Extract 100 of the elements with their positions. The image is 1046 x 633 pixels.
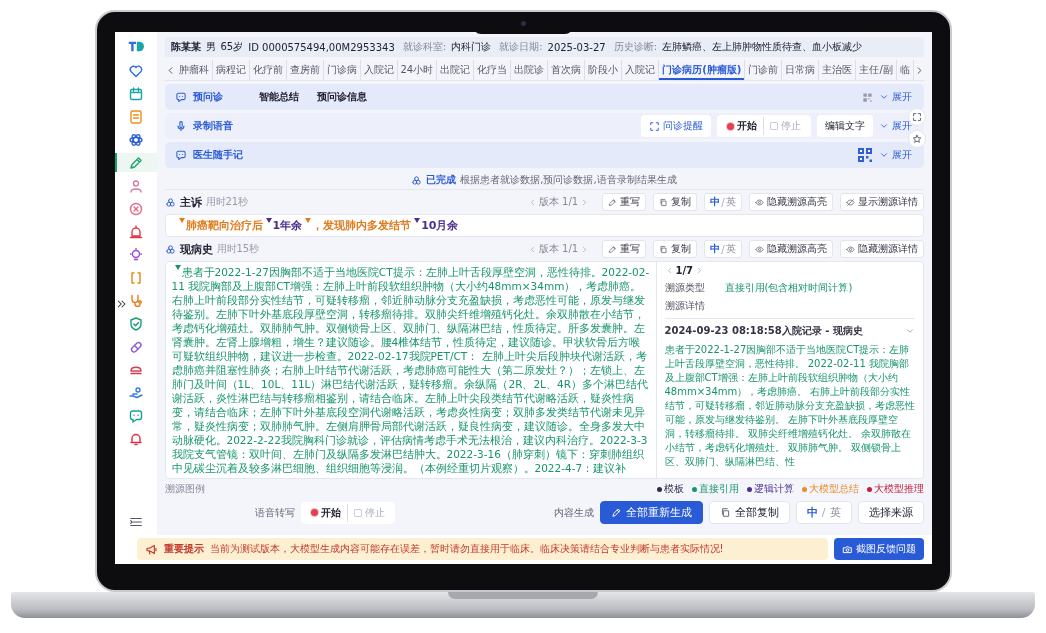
record-tab[interactable]: 入院记: [360, 60, 398, 80]
feedback-button[interactable]: 截图反馈问题: [833, 538, 924, 560]
source-text: 患者于2022-1-27因胸部不适于当地医院CT提示：左肺上叶舌段厚壁空洞，恶性待排。 2022-02-11 我院胸部及上腹部CT增强：左肺上叶前段软组织肿物（大小约48mm×34mm），考虑肺癌。 右肺上叶前段部分实性结节，可疑转移瘤，邻近肺动脉分支充盈缺损，考虑恶性可能，原发与继发待鉴别。 左肺下叶外基底段厚壁空洞，转移瘤待排。 双肺尖纤维增殖钙化灶。 余双肺散在小结节，考虑钙化增殖灶。 双肺肺气肿。 双侧锁骨上区、双肺门、纵隔淋巴结、性: [664, 343, 915, 469]
language-toggle[interactable]: 中/英: [704, 240, 742, 258]
section-tab[interactable]: 预问诊信息: [310, 90, 373, 104]
hand-icon: [127, 384, 144, 401]
menu-icon[interactable]: [128, 515, 143, 529]
legend-label: 逻辑计算: [753, 482, 794, 496]
language-toggle[interactable]: 中/英: [704, 193, 742, 211]
elapsed-time: 用时21秒: [205, 195, 249, 209]
record-tab[interactable]: 肿瘤科: [175, 60, 213, 80]
badge-icon: [127, 200, 144, 217]
record-tab[interactable]: 门诊病历(肿瘤版): [659, 60, 746, 80]
notice-title: 重要提示: [163, 542, 204, 556]
record-tab[interactable]: 主任/副: [856, 60, 897, 80]
section-tab[interactable]: 智能总结: [252, 90, 305, 104]
record-tab[interactable]: 出院记: [437, 60, 475, 80]
copy-all-button[interactable]: 全部复制: [708, 501, 790, 524]
marker-icon: [265, 218, 272, 223]
chat-icon: [174, 149, 187, 161]
remind-button[interactable]: 问诊提醒: [640, 115, 711, 137]
field-value: 左肺鳞癌、左上肺肿物性质待查、血小板减少: [662, 40, 862, 54]
status-icon: [411, 174, 423, 186]
field-value: 2025-03-27: [547, 41, 606, 53]
complaint-text: 10月余: [421, 218, 459, 233]
record-tab[interactable]: 病程记: [212, 60, 250, 80]
record-tab[interactable]: 24小时: [397, 60, 438, 80]
page-counter: 1/7: [675, 265, 694, 276]
record-tab[interactable]: 日常病: [782, 60, 820, 80]
source-label: 溯源类型: [664, 281, 705, 295]
shield-icon: [127, 315, 144, 332]
field-value: 内科门诊: [451, 40, 492, 54]
edit-icon: [608, 197, 618, 207]
record-tab[interactable]: 查房前: [286, 60, 324, 80]
legend-label: 模板: [663, 482, 684, 496]
record-tab[interactable]: 阶段小: [585, 60, 623, 80]
alarm-icon: [127, 223, 144, 240]
edit-text-button[interactable]: 编辑文字: [816, 115, 873, 137]
record-tab[interactable]: 首次病: [548, 60, 586, 80]
toolbar-button[interactable]: 隐藏溯源高亮: [748, 193, 833, 211]
expand-button[interactable]: 展开: [878, 90, 912, 104]
section-title: 医生随手记: [192, 148, 243, 162]
expand-button[interactable]: 展开: [878, 119, 912, 133]
eye-off-icon: [845, 197, 855, 207]
field-label: 历史诊断:: [613, 40, 657, 54]
record-title: 2024-09-23 08:18:58入院记录 - 现病史: [664, 324, 863, 338]
select-source-button[interactable]: 选择来源: [857, 501, 924, 524]
record-tab[interactable]: 门诊前: [745, 60, 783, 80]
record-tab[interactable]: 门诊病: [323, 60, 361, 80]
source-value: 直接引用(包含相对时间计算): [724, 281, 853, 295]
status-label: 已完成: [426, 173, 457, 187]
record-tab[interactable]: 化疗前: [249, 60, 287, 80]
status-text: 根据患者就诊数据,预问诊数据,语音录制结果生成: [460, 173, 677, 187]
start-button[interactable]: 开始: [720, 117, 763, 135]
eye-icon: [754, 244, 764, 254]
patient-sex: 男: [205, 40, 216, 54]
record-tab[interactable]: 主治医: [819, 60, 857, 80]
megaphone-icon: [144, 542, 158, 556]
fullscreen-icon: [911, 112, 922, 122]
stop-square-icon: [769, 122, 778, 130]
field-label: 就诊科室:: [402, 40, 447, 54]
record-tab[interactable]: 入院记: [622, 60, 660, 80]
person-icon: [127, 177, 144, 194]
scan-icon: [648, 120, 660, 132]
microphone-icon: [174, 120, 187, 132]
toolbar-button[interactable]: 重写: [602, 193, 647, 211]
marker-icon: [414, 218, 421, 223]
toolbar-button[interactable]: 显示溯源详情: [839, 193, 924, 211]
toolbar-button[interactable]: 隐藏溯源高亮: [748, 240, 833, 258]
toolbar-button[interactable]: 隐藏溯源详情: [839, 240, 924, 258]
expand-button[interactable]: 展开: [878, 148, 912, 162]
regenerate-button[interactable]: 全部重新生成: [599, 501, 703, 524]
pen-icon: [127, 154, 144, 171]
start-button[interactable]: 开始: [304, 503, 347, 522]
bulb-icon: [127, 246, 144, 263]
copy-icon: [719, 507, 731, 518]
record-tab[interactable]: 出院诊: [511, 60, 549, 80]
sidebar-item[interactable]: [114, 153, 157, 172]
legend-title: 溯源图例: [164, 482, 205, 496]
collapse-icon[interactable]: [115, 298, 128, 310]
record-tab[interactable]: 化疗当: [474, 60, 512, 80]
block-title: 主诉: [179, 194, 202, 210]
record-tab[interactable]: 临: [896, 60, 914, 80]
atom-icon: [127, 131, 144, 148]
marker-icon: [178, 218, 185, 223]
star-icon: [911, 134, 922, 144]
marker-icon: [305, 218, 312, 223]
language-toggle[interactable]: 中 / 英: [795, 501, 852, 524]
qr-code-icon[interactable]: [856, 147, 873, 163]
toolbar-button[interactable]: 重写: [602, 240, 647, 258]
eye-icon: [754, 197, 764, 207]
copy-icon: [659, 197, 669, 207]
pen-icon: [610, 507, 622, 518]
toolbar-button[interactable]: 复制: [653, 193, 698, 211]
speech-label: 语音转写: [254, 505, 295, 520]
legend-label: 大模型总结: [808, 482, 859, 496]
toolbar-button[interactable]: 复制: [653, 240, 698, 258]
chat-icon: [174, 91, 187, 103]
chevron-icon: [878, 150, 889, 160]
calendar-icon: [127, 85, 144, 102]
